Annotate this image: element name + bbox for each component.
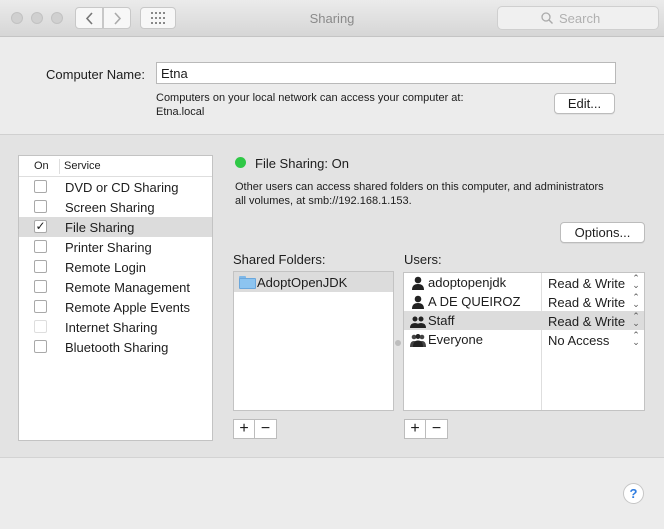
checkbox-disabled[interactable] (34, 320, 47, 333)
users-list[interactable]: adoptopenjdk Read & Write ⌃ ⌄ A DE QUEIRO… (403, 272, 645, 411)
service-row-screen-sharing[interactable]: Screen Sharing (19, 197, 212, 217)
column-separator (59, 159, 60, 174)
group-row[interactable]: Everyone No Access ⌃ ⌄ (404, 330, 644, 349)
user-name: A DE QUEIROZ (428, 294, 521, 309)
service-row-remote-login[interactable]: Remote Login (19, 257, 212, 277)
search-field[interactable]: Search (497, 6, 659, 30)
user-name: Staff (428, 313, 455, 328)
column-header-service[interactable]: Service (64, 160, 101, 172)
search-placeholder: Search (559, 11, 601, 26)
checkbox[interactable] (34, 280, 47, 293)
checkbox[interactable] (34, 180, 47, 193)
checkbox[interactable] (34, 340, 47, 353)
computer-name-label: Computer Name: (46, 67, 145, 82)
service-row-file-sharing[interactable]: ✓ File Sharing (19, 217, 212, 237)
computer-name-info-line2: Etna.local (156, 106, 205, 118)
options-button[interactable]: Options... (560, 222, 645, 243)
remove-folder-button[interactable]: − (255, 419, 277, 439)
checkbox[interactable] (34, 200, 47, 213)
shared-folders-add-remove: + − (233, 419, 277, 439)
service-row-remote-management[interactable]: Remote Management (19, 277, 212, 297)
remove-user-button[interactable]: − (426, 419, 448, 439)
privilege-popup[interactable]: Read & Write (548, 276, 625, 291)
service-row-remote-apple-events[interactable]: Remote Apple Events (19, 297, 212, 317)
service-label: Screen Sharing (65, 200, 155, 215)
user-icon (412, 276, 424, 290)
everyone-icon (410, 334, 426, 347)
updown-chevron-icon: ⌃ ⌄ (632, 311, 640, 328)
shared-folders-list[interactable]: AdoptOpenJDK (233, 271, 394, 411)
computer-name-section (0, 38, 664, 134)
help-button[interactable]: ? (623, 483, 644, 504)
checkbox[interactable] (34, 300, 47, 313)
status-description-line1: Other users can access shared folders on… (235, 181, 604, 193)
computer-name-info-line1: Computers on your local network can acce… (156, 92, 464, 104)
shared-folders-label: Shared Folders: (233, 252, 326, 267)
service-list: On Service DVD or CD Sharing Screen Shar… (18, 155, 213, 441)
column-header-on[interactable]: On (34, 160, 49, 172)
service-label: Remote Management (65, 280, 191, 295)
service-label: Remote Apple Events (65, 300, 191, 315)
privilege-popup[interactable]: No Access (548, 333, 609, 348)
checkbox[interactable] (34, 240, 47, 253)
shared-folder-row[interactable]: AdoptOpenJDK (234, 272, 393, 292)
service-row-bluetooth-sharing[interactable]: Bluetooth Sharing (19, 337, 212, 357)
add-folder-button[interactable]: + (233, 419, 255, 439)
checkbox-checked[interactable]: ✓ (34, 220, 47, 233)
service-label: File Sharing (65, 220, 135, 235)
service-label: DVD or CD Sharing (65, 180, 179, 195)
folder-icon (239, 276, 256, 289)
service-list-header: On Service (19, 156, 212, 177)
add-user-button[interactable]: + (404, 419, 426, 439)
service-row-printer-sharing[interactable]: Printer Sharing (19, 237, 212, 257)
user-name: adoptopenjdk (428, 275, 507, 290)
users-label: Users: (404, 252, 442, 267)
service-label: Internet Sharing (65, 320, 158, 335)
updown-chevron-icon: ⌃ ⌄ (632, 292, 640, 309)
service-label: Bluetooth Sharing (65, 340, 169, 355)
checkbox[interactable] (34, 260, 47, 273)
status-description: Other users can access shared folders on… (235, 180, 645, 208)
search-icon (541, 12, 553, 24)
shared-folder-name: AdoptOpenJDK (257, 275, 348, 290)
user-row[interactable]: A DE QUEIROZ Read & Write ⌃ ⌄ (404, 292, 644, 311)
updown-chevron-icon: ⌃ ⌄ (632, 273, 640, 290)
privilege-popup[interactable]: Read & Write (548, 295, 625, 310)
group-row[interactable]: Staff Read & Write ⌃ ⌄ (404, 311, 644, 330)
privilege-popup[interactable]: Read & Write (548, 314, 625, 329)
status-description-line2: all volumes, at smb://192.168.1.153. (235, 195, 412, 207)
service-label: Printer Sharing (65, 240, 152, 255)
status-text: File Sharing: On (255, 156, 349, 171)
split-view-handle[interactable] (395, 340, 401, 346)
service-row-dvd-cd-sharing[interactable]: DVD or CD Sharing (19, 177, 212, 197)
computer-name-info: Computers on your local network can acce… (156, 91, 464, 119)
updown-chevron-icon: ⌃ ⌄ (632, 330, 640, 347)
service-row-internet-sharing[interactable]: Internet Sharing (19, 317, 212, 337)
status-indicator (235, 157, 246, 168)
user-row[interactable]: adoptopenjdk Read & Write ⌃ ⌄ (404, 273, 644, 292)
user-name: Everyone (428, 332, 483, 347)
title-bar: Sharing Search (0, 0, 664, 37)
computer-name-field[interactable]: Etna (156, 62, 616, 84)
users-add-remove: + − (404, 419, 448, 439)
group-icon (410, 316, 426, 328)
edit-button[interactable]: Edit... (554, 93, 615, 114)
user-icon (412, 295, 424, 309)
service-label: Remote Login (65, 260, 146, 275)
